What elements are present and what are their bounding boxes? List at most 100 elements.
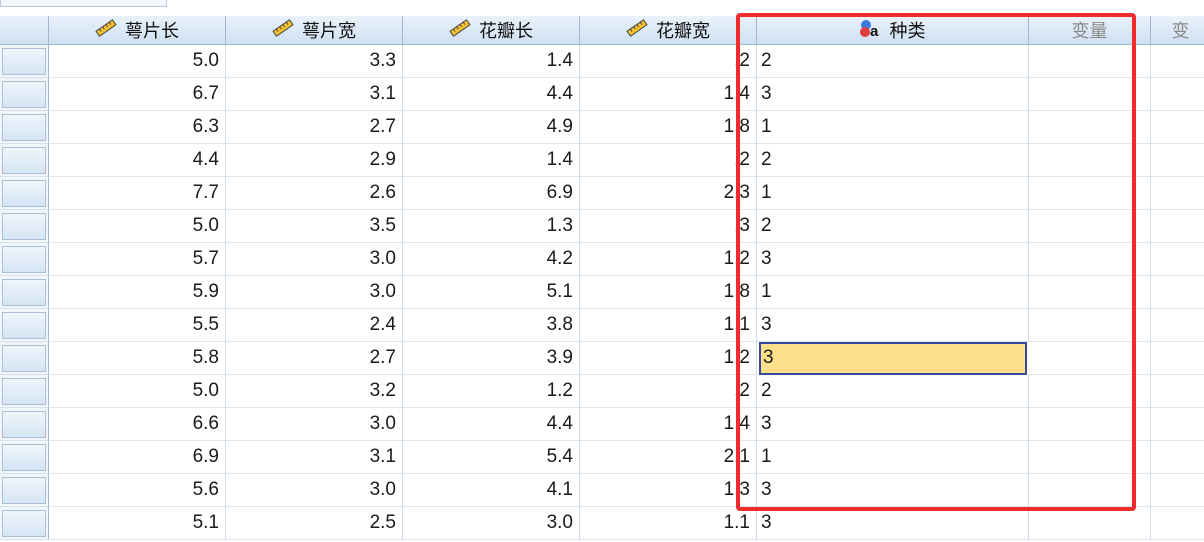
data-cell[interactable]: 3 (757, 474, 1029, 507)
column-header-3[interactable]: 花瓣长 (403, 16, 580, 45)
data-cell[interactable]: 4.4 (403, 78, 580, 111)
data-cell[interactable]: 2 (757, 45, 1029, 78)
data-cell[interactable] (1029, 375, 1151, 408)
data-cell[interactable] (1029, 111, 1151, 144)
data-cell[interactable]: 5.0 (49, 45, 226, 78)
data-cell[interactable]: 2 (757, 375, 1029, 408)
corner-header[interactable] (0, 16, 49, 45)
data-cell[interactable] (1029, 210, 1151, 243)
data-cell[interactable] (1151, 441, 1204, 474)
data-cell[interactable]: 5.8 (49, 342, 226, 375)
column-header-1[interactable]: 萼片长 (49, 16, 226, 45)
column-header-4[interactable]: 花瓣宽 (580, 16, 757, 45)
data-cell[interactable]: 1.1 (580, 309, 757, 342)
column-header-5[interactable]: a 种类 (757, 16, 1029, 45)
data-cell[interactable]: 7.7 (49, 177, 226, 210)
data-cell[interactable]: 1.4 (403, 144, 580, 177)
data-cell[interactable]: 1 (757, 276, 1029, 309)
row-header-button[interactable] (2, 147, 46, 174)
data-cell[interactable] (1029, 342, 1151, 375)
data-cell[interactable]: 1.8 (580, 276, 757, 309)
row-header-button[interactable] (2, 345, 46, 372)
data-cell[interactable]: 3.2 (226, 375, 403, 408)
data-cell[interactable]: 5.1 (403, 276, 580, 309)
data-cell[interactable]: 3.3 (226, 45, 403, 78)
data-cell[interactable]: 1.1 (580, 507, 757, 540)
data-cell[interactable]: 2.7 (226, 111, 403, 144)
data-cell[interactable]: .2 (580, 144, 757, 177)
row-header[interactable] (0, 441, 49, 474)
data-cell[interactable]: 6.6 (49, 408, 226, 441)
data-cell[interactable] (1151, 210, 1204, 243)
data-cell[interactable]: 1.4 (403, 45, 580, 78)
data-cell[interactable]: 6.7 (49, 78, 226, 111)
row-header-button[interactable] (2, 411, 46, 438)
data-cell[interactable] (1029, 243, 1151, 276)
data-cell[interactable]: 2 (757, 210, 1029, 243)
data-cell[interactable]: 2.1 (580, 441, 757, 474)
data-cell[interactable]: 5.1 (49, 507, 226, 540)
data-cell[interactable] (1151, 375, 1204, 408)
data-cell[interactable]: 3.1 (226, 441, 403, 474)
row-header-button[interactable] (2, 246, 46, 273)
data-cell[interactable]: .3 (580, 210, 757, 243)
data-cell[interactable]: 3 (757, 507, 1029, 540)
data-cell[interactable]: .2 (580, 375, 757, 408)
row-header-button[interactable] (2, 477, 46, 504)
row-header-button[interactable] (2, 213, 46, 240)
data-cell[interactable] (1029, 408, 1151, 441)
data-cell[interactable]: 5.5 (49, 309, 226, 342)
data-cell[interactable]: 1.3 (580, 474, 757, 507)
data-cell[interactable]: 2.5 (226, 507, 403, 540)
data-cell[interactable]: 4.4 (403, 408, 580, 441)
data-cell[interactable] (1151, 408, 1204, 441)
data-cell[interactable] (1151, 78, 1204, 111)
row-header-button[interactable] (2, 48, 46, 75)
data-cell[interactable] (1029, 45, 1151, 78)
data-cell[interactable]: 3.9 (403, 342, 580, 375)
data-cell[interactable]: 1 (757, 441, 1029, 474)
row-header[interactable] (0, 474, 49, 507)
row-header[interactable] (0, 408, 49, 441)
row-header[interactable] (0, 78, 49, 111)
data-cell[interactable]: 3 (757, 243, 1029, 276)
row-header[interactable] (0, 111, 49, 144)
data-cell[interactable] (1029, 441, 1151, 474)
data-cell[interactable]: 2.4 (226, 309, 403, 342)
row-header[interactable] (0, 375, 49, 408)
data-cell[interactable]: .2 (580, 45, 757, 78)
data-cell[interactable] (1029, 474, 1151, 507)
data-cell[interactable]: 3 (757, 78, 1029, 111)
row-header-button[interactable] (2, 510, 46, 537)
data-cell[interactable] (1029, 309, 1151, 342)
data-cell[interactable]: 3.0 (226, 474, 403, 507)
row-header-button[interactable] (2, 81, 46, 108)
column-header-2[interactable]: 萼片宽 (226, 16, 403, 45)
active-cell[interactable]: 3 (759, 342, 1027, 375)
row-header-button[interactable] (2, 444, 46, 471)
row-header-button[interactable] (2, 180, 46, 207)
data-cell[interactable] (1029, 78, 1151, 111)
data-cell[interactable] (1151, 474, 1204, 507)
data-cell[interactable]: 4.2 (403, 243, 580, 276)
data-cell[interactable] (1151, 111, 1204, 144)
row-header-button[interactable] (2, 279, 46, 306)
data-cell[interactable]: 6.9 (49, 441, 226, 474)
row-header[interactable] (0, 276, 49, 309)
data-cell[interactable]: 3.5 (226, 210, 403, 243)
column-header-7[interactable]: 变 (1151, 16, 1204, 45)
data-cell[interactable]: 4.9 (403, 111, 580, 144)
row-header-button[interactable] (2, 378, 46, 405)
data-cell[interactable]: 1.3 (403, 210, 580, 243)
data-cell[interactable]: 2.9 (226, 144, 403, 177)
row-header[interactable] (0, 45, 49, 78)
data-cell[interactable]: 4.1 (403, 474, 580, 507)
data-cell[interactable] (1029, 144, 1151, 177)
data-cell[interactable] (1029, 276, 1151, 309)
data-cell[interactable]: 1 (757, 111, 1029, 144)
row-header[interactable] (0, 507, 49, 540)
data-cell[interactable]: 6.3 (49, 111, 226, 144)
data-cell[interactable] (1029, 177, 1151, 210)
data-cell[interactable]: 2.7 (226, 342, 403, 375)
row-header[interactable] (0, 342, 49, 375)
